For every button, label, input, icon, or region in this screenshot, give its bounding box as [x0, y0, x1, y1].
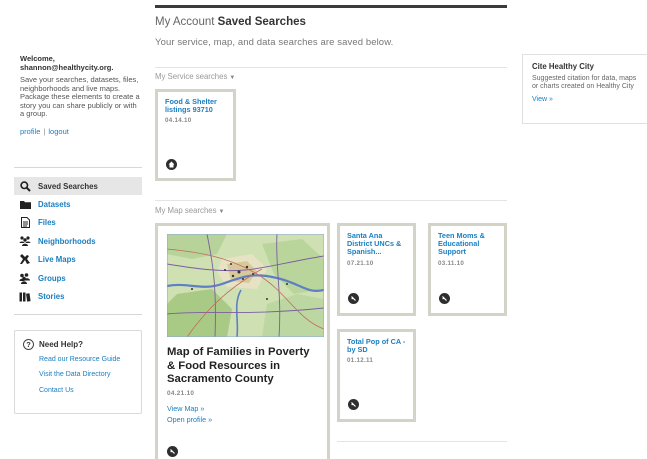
map-thumbnail[interactable] [167, 234, 324, 337]
resource-guide-link[interactable]: Read our Resource Guide [39, 356, 123, 364]
map-icon [348, 293, 359, 304]
map-icon [348, 399, 359, 410]
map-search-card[interactable]: Santa Ana District UNCs & Spanish... 07.… [337, 223, 416, 316]
group-icon [19, 272, 31, 284]
help-header: ? Need Help? [23, 339, 133, 350]
open-profile-link[interactable]: Open profile » [167, 414, 318, 425]
page-title: My Account Saved Searches [155, 16, 306, 28]
card-title[interactable]: Total Pop of CA - by SD [347, 337, 406, 354]
page-title-text: Saved Searches [217, 16, 306, 28]
card-date: 04.14.10 [165, 117, 192, 125]
breadcrumb: My Account [155, 16, 215, 28]
map-search-card[interactable]: Teen Moms & Educational Support 03.11.10 [428, 223, 507, 316]
card-date: 01.12.11 [347, 357, 374, 365]
cite-title: Cite Healthy City [532, 62, 594, 71]
caret-down-icon: ▼ [218, 209, 225, 215]
folder-icon [19, 199, 31, 210]
map-pin-icon [19, 254, 31, 265]
map-section-toggle[interactable]: My Map searches ▼ [155, 206, 224, 215]
search-icon [19, 180, 31, 192]
sidebar-item-label: Live Maps [38, 255, 76, 265]
sidebar-item-label: Datasets [38, 200, 71, 210]
sidebar-item-saved-searches[interactable]: Saved Searches [14, 177, 142, 196]
book-icon [19, 291, 31, 302]
sidebar-divider [14, 167, 142, 168]
caret-down-icon: ▼ [229, 75, 236, 81]
featured-map-date: 04.21.10 [167, 389, 195, 397]
page-subtitle: Your service, map, and data searches are… [155, 37, 394, 48]
sidebar-item-stories[interactable]: Stories [14, 287, 142, 305]
service-section-toggle[interactable]: My Service searches ▼ [155, 72, 235, 81]
view-map-link[interactable]: View Map » [167, 403, 318, 414]
service-section-label: My Service searches [155, 72, 228, 81]
sidebar-item-files[interactable]: Files [14, 214, 142, 232]
card-date: 03.11.10 [438, 259, 465, 267]
sidebar-item-label: Groups [38, 273, 66, 283]
sidebar-item-neighborhoods[interactable]: Neighborhoods [14, 232, 142, 250]
file-icon [19, 217, 31, 229]
username: shannon@healthycity.org. [20, 62, 114, 72]
map-icon [439, 293, 450, 304]
help-box: ? Need Help? Read our Resource Guide Vis… [14, 330, 142, 414]
section-divider [337, 441, 507, 442]
welcome-panel: Welcome, shannon@healthycity.org. Save y… [20, 54, 142, 137]
card-date: 07.21.10 [347, 259, 374, 267]
home-icon [166, 159, 177, 170]
section-divider [155, 200, 507, 201]
sidebar-item-label: Stories [38, 292, 65, 302]
service-search-card[interactable]: Food & Shelter listings 93710 04.14.10 [155, 89, 236, 181]
sidebar-item-label: Saved Searches [38, 181, 98, 191]
data-directory-link[interactable]: Visit the Data Directory [39, 371, 133, 379]
sidebar-divider [14, 314, 142, 315]
help-title: Need Help? [39, 340, 84, 349]
sidebar-item-label: Neighborhoods [38, 236, 96, 246]
map-section-label: My Map searches [155, 206, 217, 215]
sidebar-item-groups[interactable]: Groups [14, 269, 142, 287]
sidebar-item-datasets[interactable]: Datasets [14, 195, 142, 213]
cite-view-link[interactable]: View » [532, 96, 638, 103]
logout-link[interactable]: logout [48, 127, 68, 136]
cite-description: Suggested citation for data, maps or cha… [532, 75, 637, 90]
section-divider [155, 67, 507, 68]
featured-map-title: Map of Families in Poverty & Food Resour… [167, 346, 310, 385]
card-title[interactable]: Food & Shelter listings 93710 [165, 97, 226, 114]
profile-link[interactable]: profile [20, 127, 40, 136]
link-separator: | [43, 126, 46, 136]
account-links: profile | logout [20, 126, 142, 137]
card-title[interactable]: Santa Ana District UNCs & Spanish... [347, 231, 406, 257]
contact-us-link[interactable]: Contact Us [39, 387, 133, 395]
map-icon [167, 446, 178, 457]
question-icon: ? [23, 339, 34, 350]
featured-map-card[interactable]: Map of Families in Poverty & Food Resour… [155, 223, 330, 459]
sidebar-item-label: Files [38, 218, 56, 228]
welcome-description: Save your searches, datasets, files, nei… [20, 75, 140, 118]
map-search-card[interactable]: Total Pop of CA - by SD 01.12.11 [337, 329, 416, 422]
people-icon [19, 236, 31, 247]
sidebar-item-live-maps[interactable]: Live Maps [14, 251, 142, 269]
cite-panel: Cite Healthy City Suggested citation for… [522, 54, 647, 124]
header-rule [155, 5, 507, 8]
card-title[interactable]: Teen Moms & Educational Support [438, 231, 497, 257]
sidebar-nav: Saved Searches Datasets Files Neighborho… [14, 177, 142, 306]
